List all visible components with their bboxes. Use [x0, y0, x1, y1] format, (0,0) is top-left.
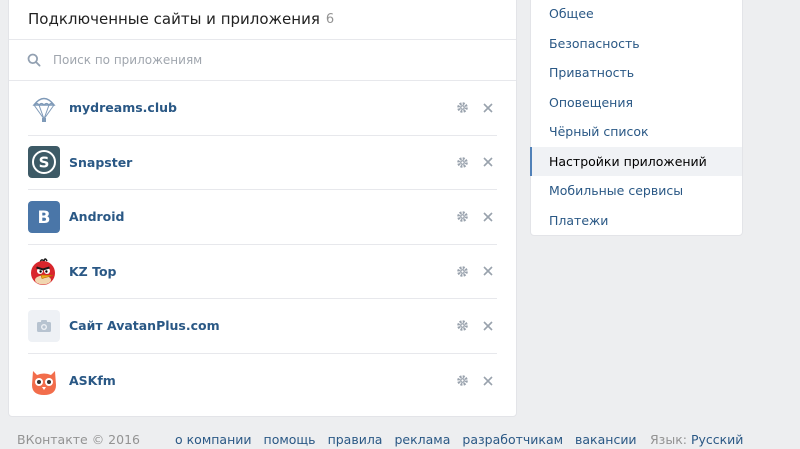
close-icon[interactable]	[481, 210, 495, 224]
footer-link-help[interactable]: помощь	[264, 432, 316, 447]
app-list: mydreams.club S Snapster В Android KZ To…	[9, 81, 516, 408]
parachute-icon[interactable]	[28, 92, 60, 124]
menu-item-general[interactable]: Общее	[531, 0, 742, 29]
app-row: S Snapster	[28, 136, 497, 190]
close-icon[interactable]	[481, 374, 495, 388]
gear-icon[interactable]	[455, 374, 469, 388]
footer-link-developers[interactable]: разработчикам	[462, 432, 563, 447]
close-icon[interactable]	[481, 319, 495, 333]
footer-link-jobs[interactable]: вакансии	[575, 432, 637, 447]
app-name[interactable]: Android	[69, 209, 455, 224]
footer: ВКонтакте © 2016 о компании помощь прави…	[0, 430, 800, 449]
footer-link-ads[interactable]: реклама	[394, 432, 450, 447]
app-row: mydreams.club	[28, 81, 497, 136]
svg-text:S: S	[39, 154, 50, 172]
owl-icon[interactable]	[28, 365, 60, 397]
app-row: ASKfm	[28, 354, 497, 409]
close-icon[interactable]	[481, 101, 495, 115]
menu-item-payments[interactable]: Платежи	[531, 206, 742, 236]
menu-item-app-settings[interactable]: Настройки приложений	[530, 146, 742, 176]
search-input[interactable]	[53, 53, 473, 67]
footer-link-about[interactable]: о компании	[175, 432, 252, 447]
camera-placeholder-icon[interactable]	[28, 309, 60, 342]
settings-menu: Общее Безопасность Приватность Оповещени…	[530, 0, 743, 236]
menu-item-privacy[interactable]: Приватность	[531, 58, 742, 88]
app-name[interactable]: ASKfm	[69, 373, 455, 388]
page-title: Подключенные сайты и приложения	[28, 10, 320, 28]
apps-count: 6	[325, 11, 335, 27]
app-name[interactable]: mydreams.club	[69, 100, 455, 115]
app-name[interactable]: Сайт AvatanPlus.com	[69, 318, 455, 333]
gear-icon[interactable]	[455, 264, 469, 278]
gear-icon[interactable]	[455, 210, 469, 224]
vk-logo-icon[interactable]: В	[28, 200, 60, 233]
language-selector[interactable]: Русский	[691, 432, 743, 447]
panel-header: Подключенные сайты и приложения 6	[9, 0, 516, 40]
gear-icon[interactable]	[455, 155, 469, 169]
app-name[interactable]: Snapster	[69, 155, 455, 170]
menu-item-blacklist[interactable]: Чёрный список	[531, 117, 742, 147]
footer-link-rules[interactable]: правила	[328, 432, 383, 447]
gear-icon[interactable]	[455, 319, 469, 333]
connected-apps-panel: Подключенные сайты и приложения 6 Поиск …	[8, 0, 517, 417]
search-icon	[27, 53, 41, 67]
menu-item-notifications[interactable]: Оповещения	[531, 88, 742, 118]
language-label: Язык:	[650, 432, 687, 447]
gear-icon[interactable]	[455, 101, 469, 115]
close-icon[interactable]	[481, 264, 495, 278]
app-row: Сайт AvatanPlus.com	[28, 299, 497, 354]
close-icon[interactable]	[481, 155, 495, 169]
menu-item-security[interactable]: Безопасность	[531, 29, 742, 59]
footer-links: о компании помощь правила реклама разраб…	[175, 432, 637, 447]
angry-bird-icon[interactable]	[28, 255, 60, 287]
svg-text:В: В	[38, 208, 51, 228]
footer-copyright: ВКонтакте © 2016	[17, 432, 140, 447]
snapster-logo-icon[interactable]: S	[28, 146, 60, 179]
search-bar	[9, 40, 516, 81]
footer-language: Язык: Русский	[650, 432, 743, 447]
app-row: KZ Top	[28, 245, 497, 299]
app-name[interactable]: KZ Top	[69, 264, 455, 279]
menu-item-mobile-services[interactable]: Мобильные сервисы	[531, 176, 742, 206]
app-row: В Android	[28, 190, 497, 245]
